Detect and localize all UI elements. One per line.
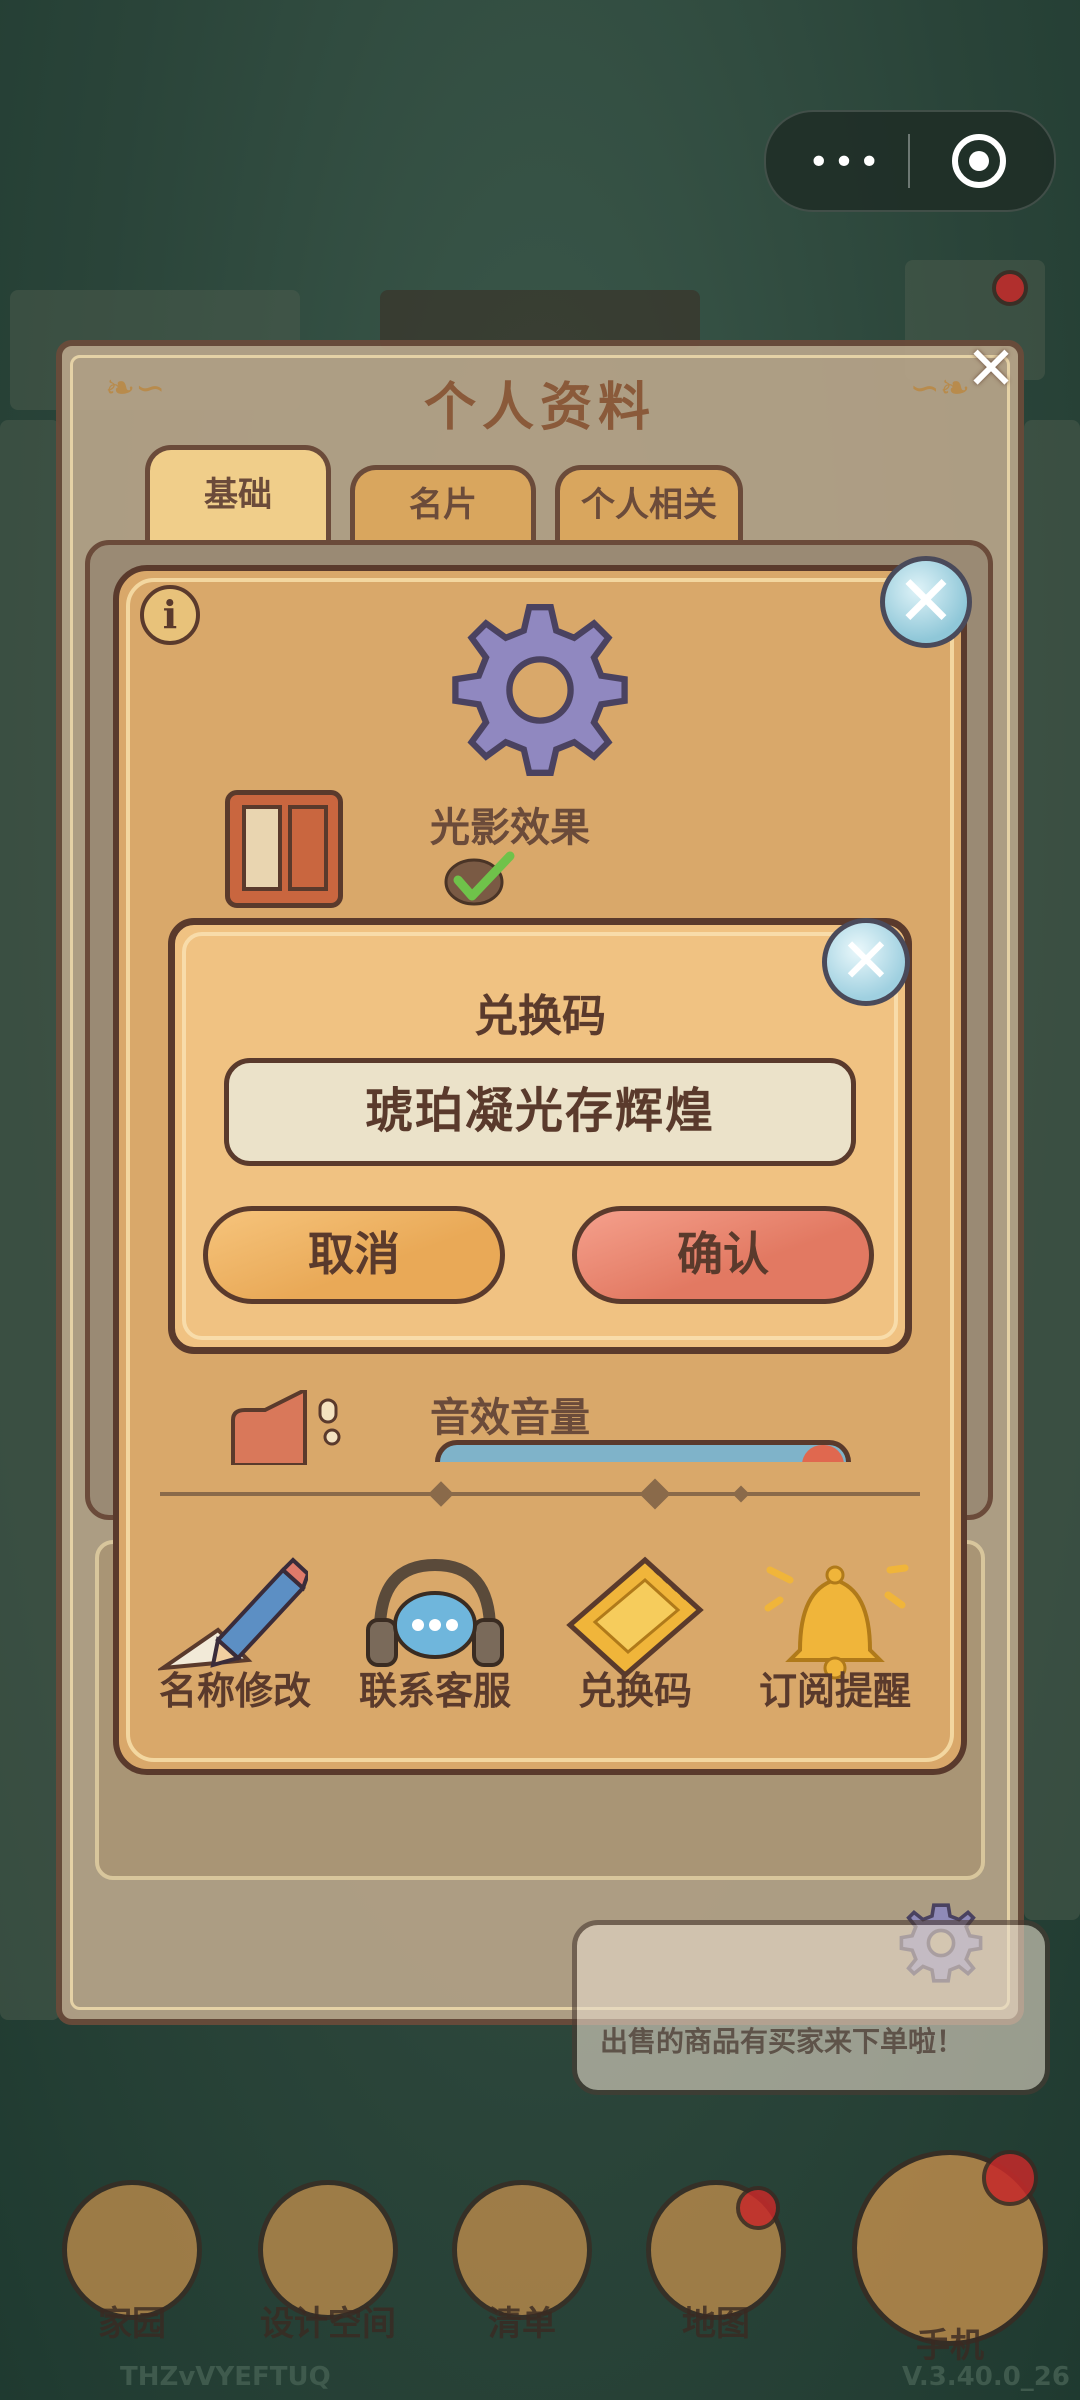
tab-personal[interactable]: 个人相关 bbox=[555, 465, 743, 540]
sound-volume-label: 音效音量 bbox=[430, 1395, 590, 1441]
capsule-divider bbox=[908, 134, 910, 188]
checkbox-checked-icon[interactable] bbox=[440, 848, 520, 908]
section-divider bbox=[160, 1492, 920, 1496]
nav-phone-label: 手机 bbox=[916, 2326, 984, 2366]
background-scenery bbox=[0, 420, 60, 2020]
background-scenery bbox=[1024, 420, 1080, 1920]
nav-home-label: 家园 bbox=[98, 2304, 166, 2344]
confirm-button[interactable]: 确认 bbox=[572, 1206, 874, 1304]
top-notification-dot bbox=[992, 270, 1028, 306]
notification-bubble bbox=[572, 1920, 1050, 2095]
rename-label: 名称修改 bbox=[158, 1669, 311, 1713]
more-dots-icon[interactable]: ••• bbox=[806, 142, 886, 183]
customer-service-label: 联系客服 bbox=[358, 1669, 511, 1713]
nav-map-label: 地图 bbox=[682, 2304, 750, 2344]
redeem-code-label: 兑换码 bbox=[577, 1669, 692, 1713]
sound-volume-slider[interactable] bbox=[435, 1440, 851, 1462]
info-icon[interactable]: i bbox=[140, 585, 200, 645]
window-icon bbox=[225, 790, 343, 908]
redeem-title: 兑换码 bbox=[474, 991, 606, 1042]
redeem-close-icon[interactable]: ✕ bbox=[822, 918, 910, 1006]
target-icon[interactable] bbox=[952, 134, 1006, 188]
window-pane bbox=[288, 805, 328, 891]
nav-list-label: 清单 bbox=[488, 2304, 556, 2344]
phone-notification-dot bbox=[982, 2150, 1038, 2206]
notification-text: 出售的商品有买家来下单啦！ bbox=[600, 2025, 965, 2058]
speaker-icon bbox=[231, 1390, 341, 1465]
version-text: V.3.40.0_26 bbox=[902, 2362, 1070, 2392]
gear-icon bbox=[452, 604, 628, 776]
tab-card[interactable]: 名片 bbox=[350, 465, 536, 540]
profile-title: 个人资料 bbox=[423, 378, 656, 438]
slider-knob[interactable] bbox=[802, 1445, 844, 1462]
settings-close-icon[interactable]: ✕ bbox=[880, 556, 972, 648]
tab-basic[interactable]: 基础 bbox=[145, 445, 331, 540]
subscribe-reminder-label: 订阅提醒 bbox=[758, 1669, 911, 1713]
user-id-text: THZvVYEFTUQ bbox=[120, 2362, 331, 2392]
window-pane bbox=[242, 805, 282, 891]
cancel-button[interactable]: 取消 bbox=[203, 1206, 505, 1304]
nav-design-label: 设计空间 bbox=[260, 2304, 396, 2344]
map-notification-dot bbox=[736, 2186, 780, 2230]
mini-program-capsule: ••• bbox=[764, 110, 1056, 212]
redeem-code-input[interactable]: 琥珀凝光存辉煌 bbox=[224, 1058, 856, 1166]
profile-close-icon[interactable]: ✕ bbox=[962, 339, 1020, 399]
light-effect-label: 光影效果 bbox=[430, 805, 590, 851]
ornament-right-icon: ∽❧ bbox=[909, 368, 970, 409]
ornament-left-icon: ❧∽ bbox=[105, 368, 166, 409]
